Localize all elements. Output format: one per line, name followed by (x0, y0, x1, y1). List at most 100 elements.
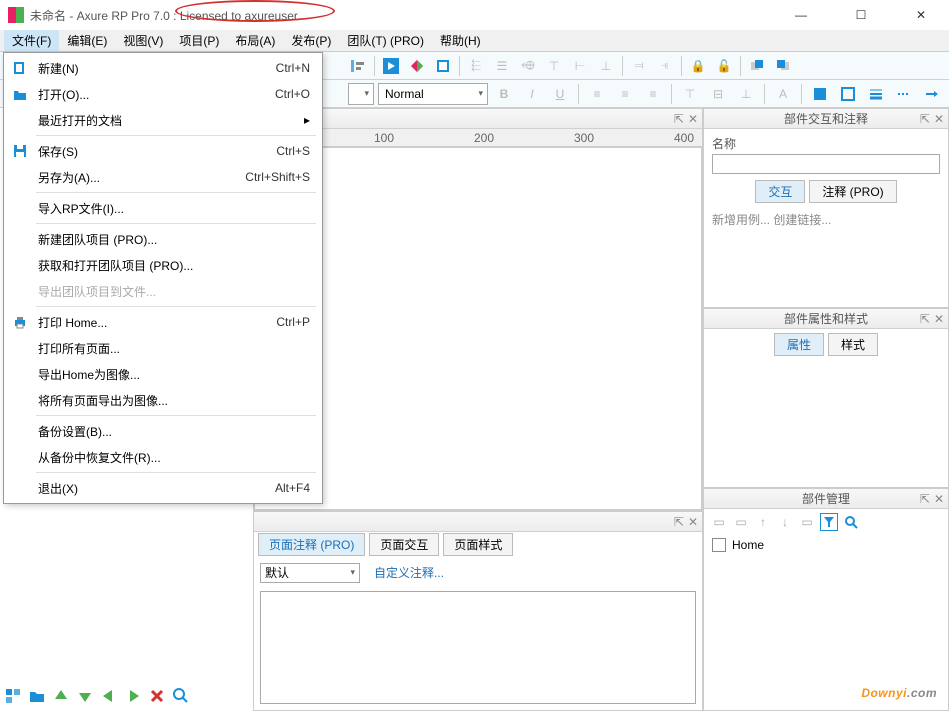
x-icon[interactable]: ✕ (688, 112, 698, 126)
search-icon[interactable] (842, 513, 860, 531)
preview-icon[interactable] (379, 55, 403, 77)
pin-icon[interactable]: ⇱ (920, 112, 930, 126)
ol-down-icon[interactable]: ↓ (776, 513, 794, 531)
menu-4[interactable]: 布局(A) (227, 30, 283, 51)
search-left-icon[interactable] (172, 687, 192, 707)
custom-notes-link[interactable]: 自定义注释... (366, 560, 452, 585)
file-menu-item-2[interactable]: 最近打开的文档▸ (6, 107, 320, 133)
del-icon[interactable] (148, 687, 168, 707)
filter-icon[interactable] (820, 513, 838, 531)
file-menu-item-0[interactable]: 新建(N)Ctrl+N (6, 55, 320, 81)
file-menu-item-19[interactable]: 从备份中恢复文件(R)... (6, 444, 320, 470)
menu-5[interactable]: 发布(P) (283, 30, 339, 51)
left-icon[interactable] (100, 687, 120, 707)
file-menu-item-5[interactable]: 另存为(A)...Ctrl+Shift+S (6, 164, 320, 190)
maximize-button[interactable]: ☐ (841, 3, 881, 27)
style-dropdown[interactable]: Normal (378, 83, 488, 105)
x-icon[interactable]: ✕ (688, 515, 698, 529)
valign-mid-icon[interactable]: ⊟ (706, 83, 730, 105)
valign-top-icon[interactable]: ⊤ (678, 83, 702, 105)
interactions-links[interactable]: 新增用例... 创建链接... (704, 207, 948, 232)
menu-7[interactable]: 帮助(H) (432, 30, 489, 51)
ol-btn5-icon[interactable]: ▭ (798, 513, 816, 531)
menu-0[interactable]: 文件(F) (4, 30, 59, 51)
ruler-tick: 100 (374, 131, 394, 145)
style-value: Normal (385, 87, 424, 101)
file-menu-item-9[interactable]: 新建团队项目 (PRO)... (6, 226, 320, 252)
align-t-icon[interactable]: ⊤ (542, 55, 566, 77)
font-color-icon[interactable]: A (771, 83, 795, 105)
zoom-dropdown[interactable] (348, 83, 374, 105)
arrow-icon[interactable] (920, 83, 944, 105)
align-r-icon[interactable]: ⬲ (516, 55, 540, 77)
pin-icon[interactable]: ⇱ (674, 112, 684, 126)
close-button[interactable]: ✕ (901, 3, 941, 27)
file-menu-item-10[interactable]: 获取和打开团队项目 (PRO)... (6, 252, 320, 278)
line-width-icon[interactable] (864, 83, 888, 105)
down-icon[interactable] (76, 687, 96, 707)
minimize-button[interactable]: — (781, 3, 821, 27)
x-icon[interactable]: ✕ (934, 492, 944, 506)
file-menu-item-1[interactable]: 打开(O)...Ctrl+O (6, 81, 320, 107)
ol-btn2-icon[interactable]: ▭ (732, 513, 750, 531)
menu-6[interactable]: 团队(T) (PRO) (339, 30, 432, 51)
pin-icon[interactable]: ⇱ (920, 492, 930, 506)
notes-default-dropdown[interactable]: 默认 (260, 563, 360, 583)
properties-tab-1[interactable]: 样式 (828, 333, 878, 356)
pin-icon[interactable]: ⇱ (920, 312, 930, 326)
bottom-tab-2[interactable]: 页面样式 (443, 533, 513, 556)
interaction-tab-1[interactable]: 注释 (PRO) (809, 180, 896, 203)
publish-icon[interactable] (431, 55, 455, 77)
menu-1[interactable]: 编辑(E) (59, 30, 115, 51)
menu-3[interactable]: 项目(P) (171, 30, 227, 51)
ol-up-icon[interactable]: ↑ (754, 513, 772, 531)
align-b-icon[interactable]: ⊥ (594, 55, 618, 77)
line-color-icon[interactable] (836, 83, 860, 105)
back-icon[interactable] (771, 55, 795, 77)
up-icon[interactable] (52, 687, 72, 707)
file-menu-item-7[interactable]: 导入RP文件(I)... (6, 195, 320, 221)
underline-button[interactable]: U (548, 83, 572, 105)
bottom-tab-1[interactable]: 页面交互 (369, 533, 439, 556)
file-menu-item-21[interactable]: 退出(X)Alt+F4 (6, 475, 320, 501)
x-icon[interactable]: ✕ (934, 312, 944, 326)
folder-icon[interactable] (28, 687, 48, 707)
align-left-icon[interactable] (346, 55, 370, 77)
text-align-right-icon[interactable]: ≡ (641, 83, 665, 105)
italic-button[interactable]: I (520, 83, 544, 105)
text-align-center-icon[interactable]: ≡ (613, 83, 637, 105)
valign-bot-icon[interactable]: ⊥ (734, 83, 758, 105)
unlock-icon[interactable]: 🔓 (712, 55, 736, 77)
line-style-icon[interactable] (892, 83, 916, 105)
properties-tab-0[interactable]: 属性 (774, 333, 824, 356)
dist-h-icon[interactable]: ⫤ (627, 55, 651, 77)
lock-icon[interactable]: 🔒 (686, 55, 710, 77)
file-menu-item-13[interactable]: 打印 Home...Ctrl+P (6, 309, 320, 335)
dist-v-icon[interactable]: ⫣ (653, 55, 677, 77)
file-menu-item-14[interactable]: 打印所有页面... (6, 335, 320, 361)
text-align-left-icon[interactable]: ≡ (585, 83, 609, 105)
file-menu-item-18[interactable]: 备份设置(B)... (6, 418, 320, 444)
pin-icon[interactable]: ⇱ (674, 515, 684, 529)
align-l-icon[interactable]: ⬱ (464, 55, 488, 77)
x-icon[interactable]: ✕ (934, 112, 944, 126)
align-c-icon[interactable]: ☰ (490, 55, 514, 77)
file-menu-item-4[interactable]: 保存(S)Ctrl+S (6, 138, 320, 164)
page-tree-icon[interactable] (4, 687, 24, 707)
share-icon[interactable] (405, 55, 429, 77)
menu-2[interactable]: 视图(V) (115, 30, 171, 51)
outline-item-home[interactable]: Home (704, 535, 948, 555)
ol-btn1-icon[interactable]: ▭ (710, 513, 728, 531)
interaction-tab-0[interactable]: 交互 (755, 180, 805, 203)
fill-color-icon[interactable] (808, 83, 832, 105)
bold-button[interactable]: B (492, 83, 516, 105)
file-menu-item-15[interactable]: 导出Home为图像... (6, 361, 320, 387)
shortcut: Ctrl+S (276, 144, 310, 158)
bottom-tab-0[interactable]: 页面注释 (PRO) (258, 533, 365, 556)
file-menu-item-16[interactable]: 将所有页面导出为图像... (6, 387, 320, 413)
widget-name-input[interactable] (712, 154, 940, 174)
align-m-icon[interactable]: ⊢ (568, 55, 592, 77)
notes-textarea[interactable] (260, 591, 696, 704)
front-icon[interactable] (745, 55, 769, 77)
right-icon[interactable] (124, 687, 144, 707)
